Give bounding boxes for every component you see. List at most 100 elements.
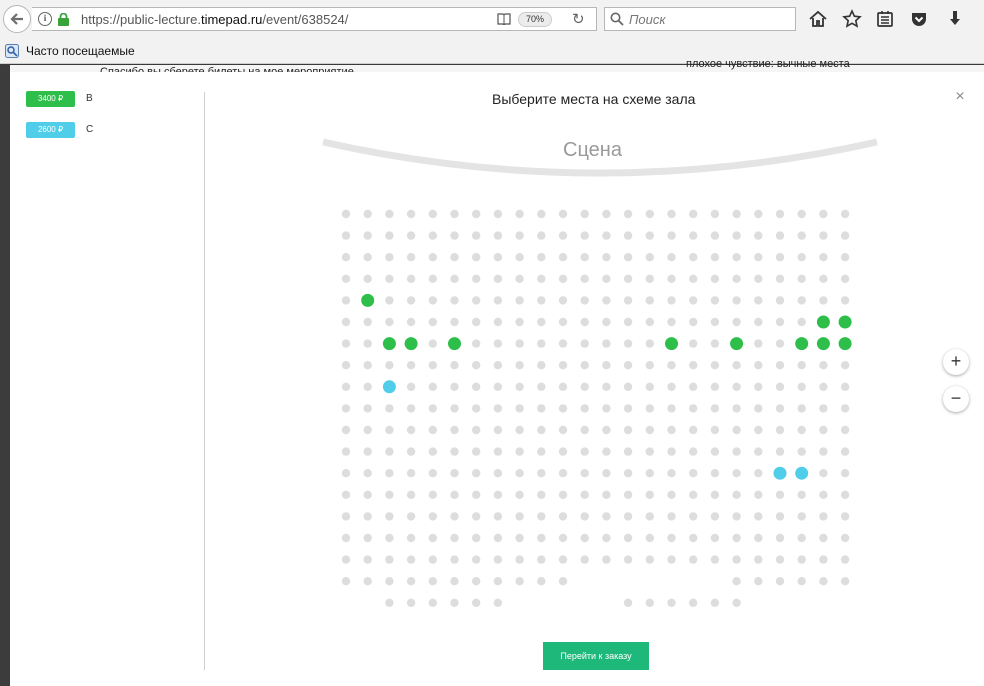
go-to-order-button[interactable]: Перейти к заказу — [543, 642, 649, 670]
seat-unavailable — [515, 253, 524, 262]
close-button[interactable]: × — [953, 89, 967, 105]
download-icon[interactable] — [945, 9, 965, 29]
seat-unavailable — [797, 447, 806, 456]
info-icon[interactable]: i — [38, 12, 52, 26]
search-bar[interactable] — [604, 7, 796, 31]
address-bar[interactable]: i https://public-lecture.timepad.ru/even… — [32, 7, 597, 31]
seat-unavailable — [406, 555, 416, 564]
seat-available[interactable] — [838, 315, 852, 329]
seat-unavailable — [819, 274, 828, 283]
seat-unavailable — [472, 209, 481, 219]
seat-unavailable — [341, 317, 351, 327]
seat-unavailable — [623, 555, 633, 564]
seat-unavailable — [710, 382, 720, 391]
seat-available[interactable] — [816, 337, 830, 351]
seat-unavailable — [406, 209, 416, 219]
seat-unavailable — [472, 512, 481, 521]
seat-unavailable — [689, 490, 698, 499]
seat-available[interactable] — [382, 337, 396, 351]
seat-unavailable — [537, 533, 546, 543]
seat-available[interactable] — [404, 337, 418, 351]
seat-unavailable — [537, 274, 546, 283]
seat-unavailable — [754, 533, 763, 543]
seat-unavailable — [602, 533, 611, 543]
seat-unavailable — [428, 577, 437, 586]
back-button[interactable] — [3, 5, 31, 33]
seat-unavailable — [623, 339, 633, 348]
seat-unavailable — [363, 209, 372, 219]
seat-unavailable — [428, 533, 437, 543]
seat-unavailable — [775, 577, 785, 586]
seat-unavailable — [363, 490, 372, 499]
seat-unavailable — [623, 533, 633, 543]
seat-available[interactable] — [361, 293, 375, 307]
zoom-in-button[interactable]: + — [943, 349, 969, 375]
seat-unavailable — [493, 598, 503, 607]
seat-unavailable — [602, 339, 611, 348]
seat-unavailable — [602, 296, 611, 305]
seat-unavailable — [580, 512, 589, 521]
seat-unavailable — [710, 555, 720, 564]
seat-unavailable — [515, 577, 524, 586]
seat-available[interactable] — [838, 337, 852, 351]
seat-unavailable — [645, 253, 654, 262]
seat-unavailable — [689, 404, 698, 413]
home-icon[interactable] — [808, 9, 828, 29]
seat-available[interactable] — [665, 337, 678, 351]
seat-unavailable — [428, 382, 437, 391]
seat-unavailable — [363, 425, 372, 435]
seat-unavailable — [645, 361, 654, 370]
seat-unavailable — [341, 469, 351, 478]
seat-unavailable — [472, 296, 481, 305]
seat-unavailable — [341, 512, 351, 521]
seat-unavailable — [775, 425, 785, 435]
seat-available[interactable] — [773, 466, 787, 480]
reload-icon[interactable]: ↻ — [572, 10, 585, 28]
seat-unavailable — [775, 339, 785, 348]
seat-available[interactable] — [448, 337, 461, 351]
lock-icon[interactable] — [58, 13, 69, 26]
seat-unavailable — [558, 577, 568, 586]
zoom-out-button[interactable]: − — [943, 386, 969, 412]
url-text[interactable]: https://public-lecture.timepad.ru/event/… — [81, 12, 348, 27]
pocket-icon[interactable] — [909, 9, 929, 29]
zoom-level-badge[interactable]: 70% — [518, 12, 553, 27]
seat-unavailable — [840, 490, 850, 499]
seat-unavailable — [558, 469, 568, 478]
seat-unavailable — [385, 577, 394, 586]
seat-unavailable — [406, 274, 416, 283]
seat-map[interactable] — [330, 202, 870, 612]
seat-available[interactable] — [382, 380, 396, 394]
seat-unavailable — [710, 361, 720, 370]
seat-unavailable — [623, 317, 633, 327]
reader-view-icon[interactable] — [497, 13, 511, 25]
search-input[interactable] — [629, 11, 789, 28]
seat-unavailable — [623, 404, 633, 413]
seat-unavailable — [428, 512, 437, 521]
seat-available[interactable] — [795, 466, 809, 480]
seat-unavailable — [840, 512, 850, 521]
seat-unavailable — [710, 231, 720, 240]
seat-unavailable — [754, 209, 763, 219]
seat-unavailable — [428, 339, 437, 348]
seat-unavailable — [341, 447, 351, 456]
seat-unavailable — [797, 382, 806, 391]
seat-unavailable — [602, 555, 611, 564]
seat-unavailable — [472, 490, 481, 499]
seat-unavailable — [493, 512, 503, 521]
seat-unavailable — [623, 598, 633, 607]
seat-available[interactable] — [816, 315, 830, 329]
seat-unavailable — [493, 533, 503, 543]
seat-available[interactable] — [730, 337, 744, 351]
bookmark-star-icon[interactable] — [842, 9, 862, 29]
seat-unavailable — [406, 490, 416, 499]
seat-available[interactable] — [795, 337, 809, 351]
url-domain: timepad.ru — [200, 12, 263, 27]
seat-unavailable — [385, 555, 394, 564]
seat-unavailable — [385, 469, 394, 478]
library-icon[interactable] — [875, 9, 895, 29]
bookmark-most-visited[interactable]: Часто посещаемые — [26, 44, 135, 58]
seat-unavailable — [689, 382, 698, 391]
seat-unavailable — [775, 382, 785, 391]
most-visited-icon — [5, 44, 19, 58]
